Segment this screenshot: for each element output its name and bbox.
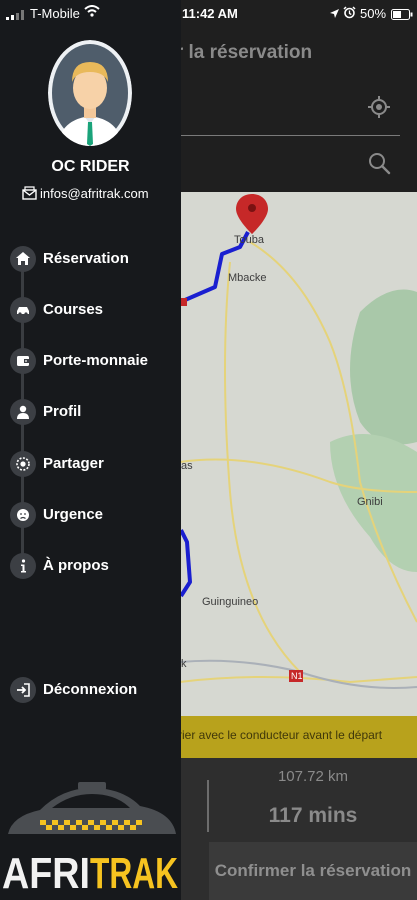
envelope-icon bbox=[22, 186, 37, 203]
location-arrow-icon bbox=[329, 7, 340, 22]
menu-label: À propos bbox=[43, 557, 109, 574]
battery-icon bbox=[391, 8, 413, 23]
menu-item-courses[interactable]: Courses bbox=[0, 291, 181, 331]
home-icon bbox=[10, 246, 36, 272]
map-label-touba: Touba bbox=[234, 234, 264, 246]
battery-percent: 50% bbox=[360, 6, 387, 21]
info-icon bbox=[10, 553, 36, 579]
carrier-name: T-Mobile bbox=[30, 6, 80, 21]
user-name: OC RIDER bbox=[51, 158, 130, 175]
map-label-k: k bbox=[181, 658, 187, 670]
menu-label: Profil bbox=[43, 403, 82, 420]
menu-item-share[interactable]: Partager bbox=[0, 445, 181, 485]
map-label-mbacke: Mbacke bbox=[228, 272, 267, 284]
menu-label: Réservation bbox=[43, 250, 129, 267]
avatar[interactable] bbox=[48, 40, 132, 146]
emergency-icon bbox=[10, 502, 36, 528]
signal-icon bbox=[6, 8, 26, 23]
trip-duration: 117 mins bbox=[268, 804, 358, 827]
wallet-icon bbox=[10, 348, 36, 374]
map-label-gnibi: Gnibi bbox=[357, 496, 383, 508]
confirm-booking-button[interactable]: Confirmer la réservation bbox=[209, 842, 417, 900]
menu-label: Courses bbox=[43, 301, 104, 318]
menu-label: Urgence bbox=[43, 506, 104, 523]
menu-item-about[interactable]: À propos bbox=[0, 547, 181, 587]
menu-item-emergency[interactable]: Urgence bbox=[0, 496, 181, 536]
locate-icon[interactable] bbox=[366, 94, 392, 120]
screen-title: ier la réservation bbox=[160, 42, 313, 63]
notice-text: rier avec le conducteur avant le départ bbox=[178, 728, 383, 742]
menu-item-logout[interactable]: Déconnexion bbox=[0, 671, 181, 711]
map-label-n1: N1 bbox=[291, 671, 303, 681]
afritrak-logo: AFRI TRAK bbox=[0, 776, 181, 900]
menu-label: Porte-monnaie bbox=[43, 352, 149, 369]
svg-text:TRAK: TRAK bbox=[90, 849, 178, 898]
wifi-icon bbox=[84, 5, 100, 20]
menu-label: Déconnexion bbox=[43, 681, 138, 698]
trip-distance: 107.72 km bbox=[277, 768, 349, 785]
menu-item-profile[interactable]: Profil bbox=[0, 393, 181, 433]
status-bar: T-Mobile 11:42 AM 50% bbox=[0, 0, 417, 28]
car-icon bbox=[10, 297, 36, 323]
map-label-guinguineo: Guinguineo bbox=[202, 596, 259, 608]
drawer-header: OC RIDER infos@afritrak.com bbox=[0, 0, 181, 220]
svg-text:AFRI: AFRI bbox=[2, 849, 90, 898]
destination-field[interactable] bbox=[160, 146, 400, 186]
user-email: infos@afritrak.com bbox=[40, 186, 149, 201]
menu-item-reservation[interactable]: Réservation bbox=[0, 240, 181, 280]
logout-icon bbox=[10, 677, 36, 703]
alarm-icon bbox=[343, 6, 356, 22]
clock: 11:42 AM bbox=[182, 6, 238, 21]
share-icon bbox=[10, 451, 36, 477]
person-icon bbox=[10, 399, 36, 425]
user-email-row: infos@afritrak.com bbox=[22, 186, 149, 203]
menu-label: Partager bbox=[43, 455, 104, 472]
search-icon[interactable] bbox=[366, 150, 392, 176]
pickup-field[interactable] bbox=[160, 78, 400, 136]
map-label-as: as bbox=[181, 460, 193, 472]
navigation-drawer: OC RIDER infos@afritrak.com Réservation … bbox=[0, 0, 181, 900]
menu-item-wallet[interactable]: Porte-monnaie bbox=[0, 342, 181, 382]
